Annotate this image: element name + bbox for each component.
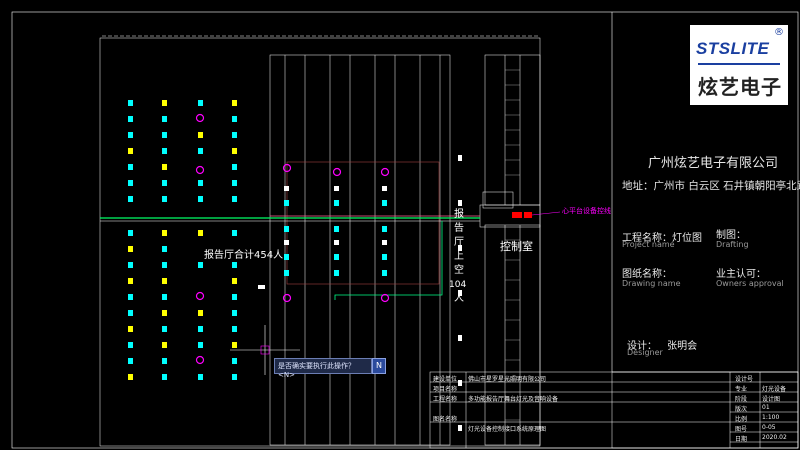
table-row-value: 佛山市星罗星光照明有限公司 [468,376,547,383]
table-val: 2020.02 [762,434,787,441]
balcony-char: 上 [454,251,464,262]
fixture-stage [258,163,390,303]
table-key: 阶段 [735,396,748,403]
hall-capacity-label: 报告厅合计454人 [204,250,284,261]
cable-note-label: 心平台设备控线 [562,207,611,215]
table-val: 0-05 [762,424,776,431]
table-key: 图号 [735,426,748,433]
company-logo: ® STSLITE 炫艺电子 [690,25,788,105]
logo-underline [698,63,780,65]
table-row-label: 图名名称 [433,416,458,423]
registered-mark: ® [774,27,784,38]
company-name: 广州炫艺电子有限公司 [648,156,779,171]
logo-chinese-text: 炫艺电子 [698,75,782,99]
table-row-label: 工程名称 [433,396,458,403]
table-val: 灯光设备 [762,386,787,393]
cad-drawing-canvas[interactable] [0,0,800,450]
table-row-label: 建设单位 [433,376,458,383]
fixture-column-1 [128,100,133,380]
company-address: 地址：广州市 白云区 石井镇朝阳亭北路251号 [622,180,800,192]
fixture-column-2 [162,100,167,380]
logo-brand-text: STSLITE [696,39,770,58]
designer-value: 张明会 [667,341,698,352]
stage-truss-outline [286,161,440,285]
building-outline [99,35,541,447]
balcony-char: 厅 [454,237,464,248]
table-key: 设计号 [735,376,754,383]
drawing-name-label: 图纸名称： [622,269,672,280]
prompt-option-icon[interactable]: N [372,358,386,374]
balcony-capacity-label: 报 告 厅 上 空 104 人 [449,208,467,306]
drawing-name-en: Drawing name [622,279,681,288]
project-name-en: Project name [622,240,675,249]
table-val: 01 [762,404,770,411]
table-val: 1:100 [762,414,780,421]
control-room-label: 控制室 [500,240,533,253]
owner-approval-en: Owners approval [716,279,784,288]
project-name-value: 灯位图 [672,233,702,244]
owner-approval-label: 业主认可： [716,269,766,280]
balcony-char: 人 [454,293,464,304]
table-key: 比例 [735,416,748,423]
balcony-char: 空 [454,265,464,276]
command-prompt-text: 是否确实要执行此操作？<N> [278,362,355,379]
command-prompt[interactable]: 是否确实要执行此操作？<N> [274,358,372,379]
balcony-char: 报 [454,209,464,220]
control-panel-marker [512,212,522,218]
table-key: 版次 [735,406,748,413]
balcony-char: 告 [454,223,464,234]
fixture-column-3 [195,100,205,380]
fixture-column-4 [232,100,237,380]
balcony-char: 104 [449,280,467,290]
table-val: 设计图 [762,396,781,403]
designer-en: Designer [627,348,663,357]
table-key: 专业 [735,386,748,393]
table-key: 日期 [735,436,748,443]
table-row-value: 灯光设备控制接口系统原理图 [468,426,547,433]
drafting-en: Drafting [716,240,749,249]
table-row-value: 多功能报告厅舞台灯光及音响设备 [468,396,559,403]
drafting-label: 制图： [716,230,746,241]
table-row-label: 项目名称 [433,386,458,393]
